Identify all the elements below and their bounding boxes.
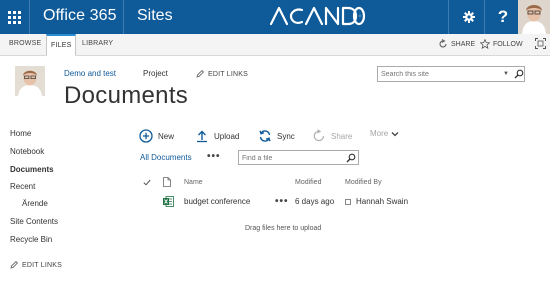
presence-indicator — [345, 199, 351, 205]
file-type-header-icon — [163, 177, 171, 187]
focus-content-button[interactable] — [535, 38, 546, 49]
pencil-icon — [10, 261, 18, 269]
suite-bar: Office 365 Sites ? — [0, 0, 550, 34]
site-search-box[interactable]: ▼ — [377, 66, 525, 82]
quick-launch-home[interactable]: Home — [10, 129, 31, 138]
view-options-ellipsis[interactable]: ••• — [207, 151, 221, 162]
follow-label: FOLLOW — [493, 40, 523, 48]
page-title: Documents — [64, 82, 189, 109]
sync-button[interactable]: Sync — [258, 129, 295, 143]
document-name-link[interactable]: budget conference — [184, 197, 250, 206]
top-edit-links-button[interactable]: EDIT LINKS — [196, 70, 248, 78]
suite-bar-divider — [484, 0, 485, 34]
top-edit-links-label: EDIT LINKS — [208, 70, 248, 78]
new-label: New — [158, 131, 175, 141]
excel-file-icon — [163, 196, 174, 207]
new-document-button[interactable]: New — [139, 129, 174, 143]
top-nav-demo-and-test[interactable]: Demo and test — [64, 69, 116, 78]
quick-launch-recent[interactable]: Recent — [10, 182, 35, 191]
tab-files[interactable]: FILES — [46, 34, 77, 56]
pencil-icon — [196, 70, 204, 78]
site-logo-photo — [15, 66, 45, 96]
waffle-icon — [8, 10, 21, 24]
quick-launch-edit-links-label: EDIT LINKS — [22, 261, 62, 269]
quick-launch-site-contents[interactable]: Site Contents — [10, 217, 58, 226]
upload-button[interactable]: Upload — [195, 129, 239, 143]
top-nav-project[interactable]: Project — [143, 69, 168, 78]
upload-label: Upload — [214, 131, 240, 141]
view-all-documents[interactable]: All Documents — [140, 153, 192, 162]
search-scope-chevron-icon[interactable]: ▼ — [503, 71, 509, 77]
plus-circle-icon — [139, 129, 153, 143]
column-header-modified-by[interactable]: Modified By — [345, 179, 382, 186]
share-icon — [313, 129, 325, 142]
find-file-input[interactable] — [242, 153, 342, 163]
avatar[interactable] — [518, 0, 550, 34]
ribbon-bar: BROWSE FILES LIBRARY SHARE FOLLOW — [0, 34, 550, 56]
chevron-down-icon — [391, 131, 399, 136]
find-file-box[interactable] — [238, 150, 359, 165]
help-button[interactable]: ? — [490, 0, 516, 34]
site-logo[interactable] — [15, 66, 45, 96]
quick-launch-notebook[interactable]: Notebook — [10, 147, 44, 156]
office365-brand-link[interactable]: Office 365 — [43, 7, 117, 25]
focus-icon — [535, 38, 546, 49]
column-header-name[interactable]: Name — [184, 179, 203, 186]
app-launcher-button[interactable] — [0, 0, 29, 34]
share-page-label: SHARE — [451, 40, 476, 48]
select-all-checkmark-icon[interactable] — [143, 179, 151, 186]
drop-zone-message: Drag files here to upload — [245, 225, 322, 232]
share-page-button[interactable]: SHARE — [438, 39, 475, 49]
share-label: Share — [331, 131, 353, 141]
quick-launch-edit-links-button[interactable]: EDIT LINKS — [10, 261, 62, 269]
row-actions-ellipsis[interactable]: ••• — [275, 196, 289, 207]
profile-photo — [518, 0, 550, 34]
share-document-button[interactable]: Share — [312, 129, 352, 143]
tab-library[interactable]: LIBRARY — [82, 40, 113, 47]
quick-launch-arende[interactable]: Ärende — [22, 199, 48, 208]
quick-launch-recycle-bin[interactable]: Recycle Bin — [10, 235, 52, 244]
document-modified: 6 days ago — [295, 197, 335, 206]
share-icon — [439, 39, 447, 48]
suite-bar-divider — [29, 0, 30, 34]
sync-icon — [259, 130, 271, 142]
search-icon[interactable] — [514, 69, 524, 79]
upload-icon — [197, 130, 207, 143]
gear-icon — [463, 11, 475, 23]
follow-button[interactable]: FOLLOW — [480, 39, 523, 49]
more-label: More — [370, 129, 389, 138]
quick-launch-documents[interactable]: Documents — [10, 165, 54, 174]
search-icon[interactable] — [346, 153, 356, 163]
document-modified-by-link[interactable]: Hannah Swain — [356, 197, 408, 206]
sites-link[interactable]: Sites — [137, 7, 173, 25]
suite-bar-divider — [123, 0, 124, 34]
tab-browse[interactable]: BROWSE — [9, 40, 41, 47]
settings-button[interactable] — [456, 0, 482, 34]
star-icon — [480, 39, 490, 49]
site-search-input[interactable] — [381, 69, 499, 80]
more-button[interactable]: More — [370, 129, 399, 138]
sync-label: Sync — [277, 131, 295, 141]
column-header-modified[interactable]: Modified — [295, 179, 321, 186]
acando-logo — [269, 6, 366, 26]
suite-bar-divider — [448, 0, 449, 34]
